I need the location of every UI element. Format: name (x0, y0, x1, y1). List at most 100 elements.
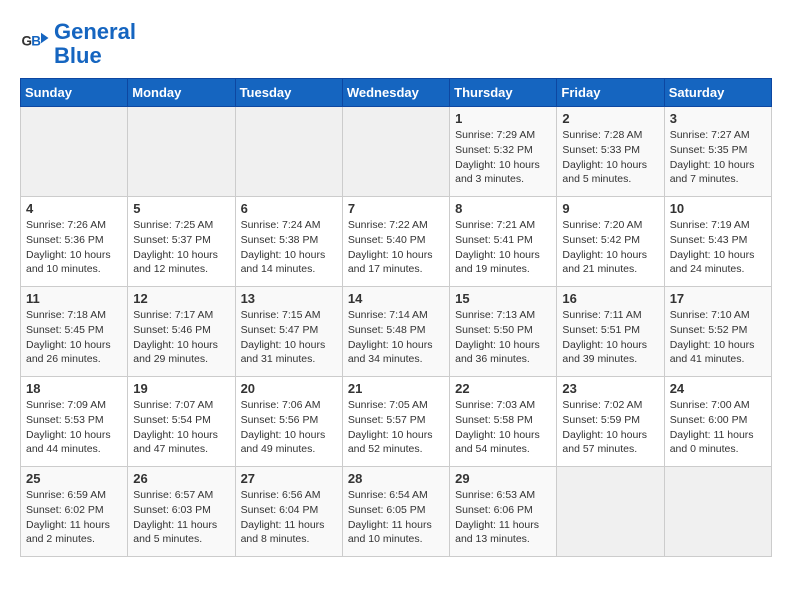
calendar-day-cell: 15 Sunrise: 7:13 AM Sunset: 5:50 PM Dayli… (450, 287, 557, 377)
calendar-body: 1 Sunrise: 7:29 AM Sunset: 5:32 PM Daylig… (21, 107, 772, 557)
weekday-header: Wednesday (342, 79, 449, 107)
calendar-day-cell: 27 Sunrise: 6:56 AM Sunset: 6:04 PM Dayli… (235, 467, 342, 557)
calendar-day-cell (128, 107, 235, 197)
calendar-day-cell: 17 Sunrise: 7:10 AM Sunset: 5:52 PM Dayli… (664, 287, 771, 377)
day-info: Sunrise: 7:24 AM Sunset: 5:38 PM Dayligh… (241, 218, 337, 277)
calendar-day-cell (664, 467, 771, 557)
day-info: Sunrise: 6:59 AM Sunset: 6:02 PM Dayligh… (26, 488, 122, 547)
svg-text:G: G (22, 34, 33, 49)
day-info: Sunrise: 7:26 AM Sunset: 5:36 PM Dayligh… (26, 218, 122, 277)
calendar-day-cell (235, 107, 342, 197)
day-number: 18 (26, 381, 122, 396)
day-number: 16 (562, 291, 658, 306)
calendar-day-cell: 1 Sunrise: 7:29 AM Sunset: 5:32 PM Daylig… (450, 107, 557, 197)
day-number: 27 (241, 471, 337, 486)
day-info: Sunrise: 7:02 AM Sunset: 5:59 PM Dayligh… (562, 398, 658, 457)
day-number: 4 (26, 201, 122, 216)
weekday-header: Saturday (664, 79, 771, 107)
day-number: 11 (26, 291, 122, 306)
day-info: Sunrise: 7:29 AM Sunset: 5:32 PM Dayligh… (455, 128, 551, 187)
day-number: 24 (670, 381, 766, 396)
weekday-header: Monday (128, 79, 235, 107)
logo: G B GeneralBlue (20, 20, 136, 68)
day-number: 2 (562, 111, 658, 126)
day-number: 9 (562, 201, 658, 216)
calendar-day-cell: 7 Sunrise: 7:22 AM Sunset: 5:40 PM Daylig… (342, 197, 449, 287)
day-info: Sunrise: 7:00 AM Sunset: 6:00 PM Dayligh… (670, 398, 766, 457)
calendar-day-cell: 29 Sunrise: 6:53 AM Sunset: 6:06 PM Dayli… (450, 467, 557, 557)
day-info: Sunrise: 7:27 AM Sunset: 5:35 PM Dayligh… (670, 128, 766, 187)
day-info: Sunrise: 6:53 AM Sunset: 6:06 PM Dayligh… (455, 488, 551, 547)
day-number: 26 (133, 471, 229, 486)
weekday-header: Tuesday (235, 79, 342, 107)
day-info: Sunrise: 7:03 AM Sunset: 5:58 PM Dayligh… (455, 398, 551, 457)
day-info: Sunrise: 7:11 AM Sunset: 5:51 PM Dayligh… (562, 308, 658, 367)
day-number: 1 (455, 111, 551, 126)
calendar-day-cell: 19Sunrise: 7:07 AM Sunset: 5:54 PM Dayli… (128, 377, 235, 467)
calendar-day-cell: 10Sunrise: 7:19 AM Sunset: 5:43 PM Dayli… (664, 197, 771, 287)
calendar-day-cell: 3 Sunrise: 7:27 AM Sunset: 5:35 PM Daylig… (664, 107, 771, 197)
weekday-header: Sunday (21, 79, 128, 107)
day-number: 15 (455, 291, 551, 306)
calendar-day-cell: 25 Sunrise: 6:59 AM Sunset: 6:02 PM Dayli… (21, 467, 128, 557)
day-number: 5 (133, 201, 229, 216)
logo-icon: G B (20, 29, 50, 59)
calendar-day-cell: 28 Sunrise: 6:54 AM Sunset: 6:05 PM Dayli… (342, 467, 449, 557)
day-info: Sunrise: 7:22 AM Sunset: 5:40 PM Dayligh… (348, 218, 444, 277)
day-number: 14 (348, 291, 444, 306)
calendar-day-cell (557, 467, 664, 557)
calendar-day-cell: 9 Sunrise: 7:20 AM Sunset: 5:42 PM Daylig… (557, 197, 664, 287)
day-number: 21 (348, 381, 444, 396)
day-number: 3 (670, 111, 766, 126)
calendar-day-cell (21, 107, 128, 197)
calendar-day-cell: 11Sunrise: 7:18 AM Sunset: 5:45 PM Dayli… (21, 287, 128, 377)
day-number: 19 (133, 381, 229, 396)
day-info: Sunrise: 7:10 AM Sunset: 5:52 PM Dayligh… (670, 308, 766, 367)
calendar-day-cell: 13Sunrise: 7:15 AM Sunset: 5:47 PM Dayli… (235, 287, 342, 377)
day-number: 12 (133, 291, 229, 306)
calendar-week-row: 18Sunrise: 7:09 AM Sunset: 5:53 PM Dayli… (21, 377, 772, 467)
calendar-day-cell: 26 Sunrise: 6:57 AM Sunset: 6:03 PM Dayli… (128, 467, 235, 557)
calendar-day-cell: 18Sunrise: 7:09 AM Sunset: 5:53 PM Dayli… (21, 377, 128, 467)
calendar-table: SundayMondayTuesdayWednesdayThursdayFrid… (20, 78, 772, 557)
weekday-header: Thursday (450, 79, 557, 107)
svg-text:B: B (31, 34, 41, 49)
day-number: 23 (562, 381, 658, 396)
page-header: G B GeneralBlue (20, 20, 772, 68)
calendar-day-cell: 23 Sunrise: 7:02 AM Sunset: 5:59 PM Dayli… (557, 377, 664, 467)
day-info: Sunrise: 7:25 AM Sunset: 5:37 PM Dayligh… (133, 218, 229, 277)
calendar-day-cell: 5 Sunrise: 7:25 AM Sunset: 5:37 PM Daylig… (128, 197, 235, 287)
calendar-day-cell: 22 Sunrise: 7:03 AM Sunset: 5:58 PM Dayli… (450, 377, 557, 467)
day-number: 25 (26, 471, 122, 486)
calendar-day-cell: 16 Sunrise: 7:11 AM Sunset: 5:51 PM Dayli… (557, 287, 664, 377)
calendar-week-row: 25 Sunrise: 6:59 AM Sunset: 6:02 PM Dayli… (21, 467, 772, 557)
day-number: 29 (455, 471, 551, 486)
day-info: Sunrise: 6:57 AM Sunset: 6:03 PM Dayligh… (133, 488, 229, 547)
day-info: Sunrise: 7:05 AM Sunset: 5:57 PM Dayligh… (348, 398, 444, 457)
calendar-day-cell (342, 107, 449, 197)
calendar-day-cell: 6 Sunrise: 7:24 AM Sunset: 5:38 PM Daylig… (235, 197, 342, 287)
day-info: Sunrise: 6:56 AM Sunset: 6:04 PM Dayligh… (241, 488, 337, 547)
day-number: 22 (455, 381, 551, 396)
calendar-day-cell: 21 Sunrise: 7:05 AM Sunset: 5:57 PM Dayli… (342, 377, 449, 467)
day-info: Sunrise: 7:14 AM Sunset: 5:48 PM Dayligh… (348, 308, 444, 367)
weekday-header-row: SundayMondayTuesdayWednesdayThursdayFrid… (21, 79, 772, 107)
calendar-day-cell: 14 Sunrise: 7:14 AM Sunset: 5:48 PM Dayli… (342, 287, 449, 377)
day-number: 17 (670, 291, 766, 306)
day-number: 7 (348, 201, 444, 216)
weekday-header: Friday (557, 79, 664, 107)
calendar-day-cell: 8Sunrise: 7:21 AM Sunset: 5:41 PM Daylig… (450, 197, 557, 287)
day-number: 20 (241, 381, 337, 396)
day-info: Sunrise: 7:20 AM Sunset: 5:42 PM Dayligh… (562, 218, 658, 277)
day-number: 28 (348, 471, 444, 486)
day-number: 10 (670, 201, 766, 216)
calendar-week-row: 1 Sunrise: 7:29 AM Sunset: 5:32 PM Daylig… (21, 107, 772, 197)
calendar-week-row: 4 Sunrise: 7:26 AM Sunset: 5:36 PM Daylig… (21, 197, 772, 287)
day-number: 6 (241, 201, 337, 216)
calendar-day-cell: 4 Sunrise: 7:26 AM Sunset: 5:36 PM Daylig… (21, 197, 128, 287)
day-info: Sunrise: 7:28 AM Sunset: 5:33 PM Dayligh… (562, 128, 658, 187)
day-info: Sunrise: 6:54 AM Sunset: 6:05 PM Dayligh… (348, 488, 444, 547)
day-info: Sunrise: 7:17 AM Sunset: 5:46 PM Dayligh… (133, 308, 229, 367)
day-number: 13 (241, 291, 337, 306)
day-info: Sunrise: 7:13 AM Sunset: 5:50 PM Dayligh… (455, 308, 551, 367)
